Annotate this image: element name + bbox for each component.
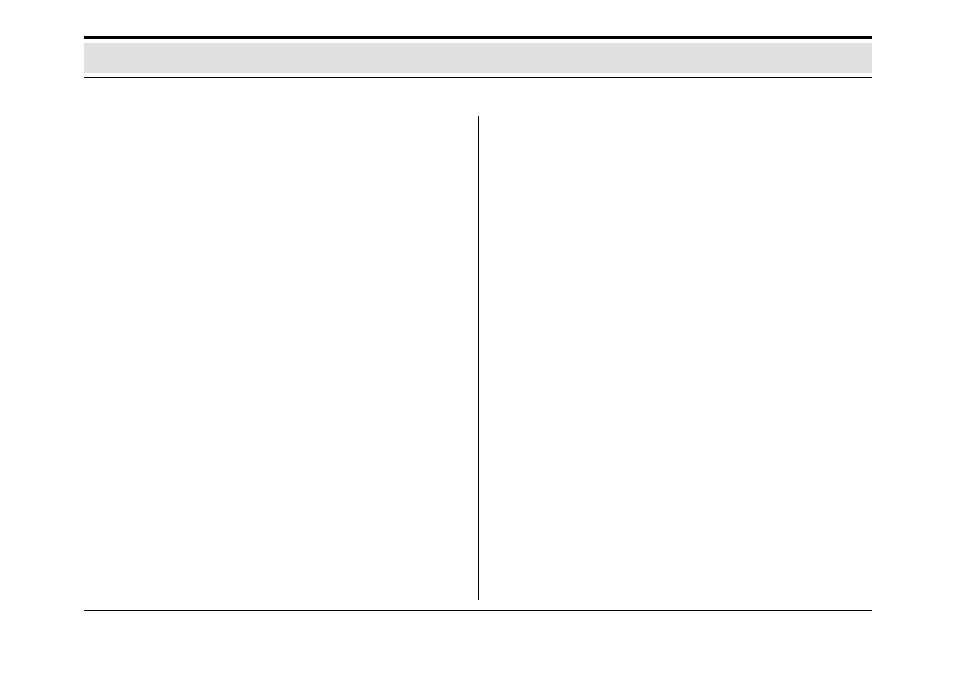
- top-rule-thin: [84, 77, 872, 78]
- header-band: [84, 43, 872, 73]
- bottom-rule: [84, 610, 872, 611]
- column-divider: [478, 116, 479, 600]
- content-area: [84, 82, 872, 610]
- top-rule-thick: [84, 36, 872, 39]
- page-frame: [84, 36, 872, 611]
